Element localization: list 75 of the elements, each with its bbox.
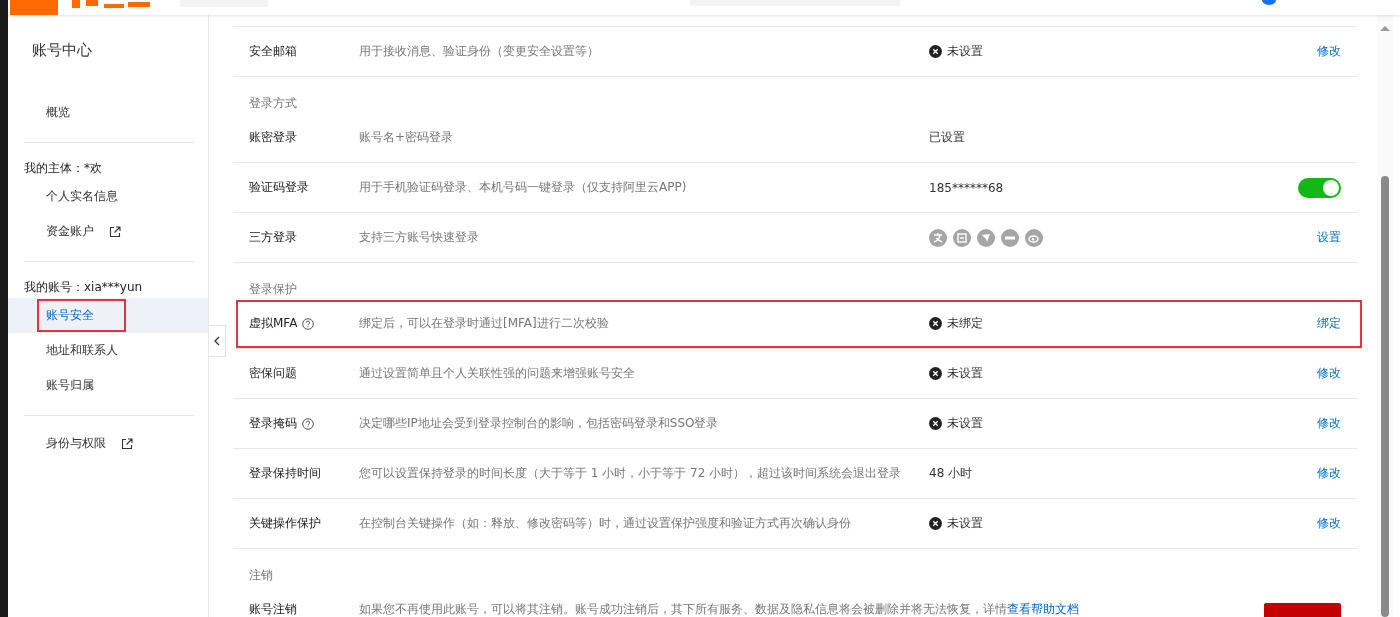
action-link[interactable]: 绑定 [1317, 315, 1341, 332]
setting-label: 登录保持时间 [249, 465, 321, 482]
close-circle-icon [929, 417, 942, 430]
sidebar-item-label: 地址和联系人 [45, 342, 119, 359]
status-text: 185******68 [929, 180, 1004, 195]
setting-label: 关键操作保护 [249, 515, 321, 532]
setting-label: 登录掩码 [249, 415, 297, 432]
action-link[interactable]: 修改 [1317, 43, 1341, 60]
sidebar-item[interactable]: 身份与权限 [8, 426, 208, 461]
setting-label: 虚拟MFA [249, 315, 298, 332]
close-circle-icon [929, 317, 942, 330]
group-heading: 我的账号：xia***yun [23, 279, 144, 296]
group-heading: 我的主体：*欢 [23, 160, 103, 177]
setting-description: 用于手机验证码登录、本机号码一键登录（仅支持阿里云APP) [359, 179, 688, 196]
social-login-icon[interactable] [1025, 228, 1043, 247]
close-circle-icon [929, 45, 942, 58]
setting-label: 账密登录 [249, 129, 297, 146]
sidebar-item[interactable]: 资金账户 [8, 214, 208, 249]
setting-description: 账号名+密码登录 [359, 129, 455, 146]
action-link[interactable]: 设置 [1317, 229, 1341, 246]
scrollbar[interactable] [1377, 15, 1393, 617]
chevron-left-icon [213, 336, 221, 346]
toggle-switch[interactable] [1298, 177, 1341, 198]
sidebar-item[interactable]: 账号安全 [8, 298, 208, 333]
help-icon[interactable] [302, 317, 315, 330]
social-login-icon[interactable] [929, 228, 947, 247]
scroll-up-icon[interactable] [1380, 25, 1390, 31]
sidebar-item-label: 身份与权限 [45, 435, 107, 452]
setting-description: 支持三方账号快速登录 [359, 229, 480, 246]
setting-description: 通过设置简单且个人关联性强的问题来增强账号安全 [359, 365, 636, 382]
setting-label: 安全邮箱 [249, 43, 297, 60]
setting-label: 账号注销 [249, 601, 297, 617]
setting-label: 三方登录 [249, 229, 297, 246]
setting-description: 在控制台关键操作（如：释放、修改密码等）时，通过设置保护强度和验证方式再次确认身份 [359, 515, 852, 532]
status-text: 未设置 [947, 515, 983, 532]
sidebar-item[interactable]: 概览 [8, 95, 208, 130]
user-icon[interactable] [1262, 0, 1276, 5]
action-link[interactable]: 修改 [1317, 465, 1341, 482]
sidebar-item[interactable]: 账号归属 [8, 368, 208, 403]
status-text: 未设置 [947, 43, 983, 60]
setting-label: 验证码登录 [249, 179, 309, 196]
status-text: 48 小时 [929, 465, 973, 482]
sidebar-item-label: 个人实名信息 [45, 188, 119, 205]
sidebar-item-label: 概览 [45, 104, 71, 121]
section-title: 登录方式 [248, 95, 298, 112]
action-link[interactable]: 修改 [1317, 415, 1341, 432]
sidebar-item-label: 账号归属 [45, 377, 95, 394]
collapse-button[interactable] [209, 325, 226, 357]
social-login-icon[interactable] [953, 228, 971, 247]
setting-description: 决定哪些IP地址会受到登录控制台的影响，包括密码登录和SSO登录 [359, 415, 720, 432]
sidebar-title: 账号中心 [31, 40, 93, 61]
status-text: 未设置 [947, 415, 983, 432]
logo-icon [10, 0, 150, 15]
setting-description: 您可以设置保持登录的时间长度（大于等于 1 小时，小于等于 72 小时），超过该时间系统会退出登录 [359, 465, 903, 482]
social-login-icon[interactable] [977, 228, 995, 247]
setting-label: 密保问题 [249, 365, 297, 382]
setting-description: 绑定后，可以在登录时通过[MFA]进行二次校验 [359, 315, 610, 332]
section-title: 登录保护 [248, 281, 298, 298]
setting-description: 如果您不再使用此账号，可以将其注销。账号成功注销后，其下所有服务、数据及隐私信息将会被删除并将无法恢复，详情查看帮助文档 [359, 601, 1079, 617]
help-doc-link[interactable]: 查看帮助文档 [1007, 602, 1079, 616]
action-link[interactable]: 修改 [1317, 365, 1341, 382]
status-text: 已设置 [929, 129, 965, 146]
sidebar-item-label: 资金账户 [45, 223, 95, 240]
action-link[interactable]: 修改 [1317, 515, 1341, 532]
close-circle-icon [929, 367, 942, 380]
sidebar-item[interactable]: 个人实名信息 [8, 179, 208, 214]
help-icon[interactable] [302, 417, 314, 430]
status-text: 未绑定 [947, 315, 983, 332]
section-title: 注销 [248, 567, 274, 584]
sidebar-item[interactable]: 地址和联系人 [8, 333, 208, 368]
sidebar-item-label: 账号安全 [37, 299, 126, 332]
setting-description: 用于接收消息、验证身份（变更安全设置等） [359, 43, 600, 60]
close-circle-icon [929, 517, 942, 530]
status-text: 未设置 [947, 365, 983, 382]
social-login-icon[interactable] [1001, 228, 1019, 247]
